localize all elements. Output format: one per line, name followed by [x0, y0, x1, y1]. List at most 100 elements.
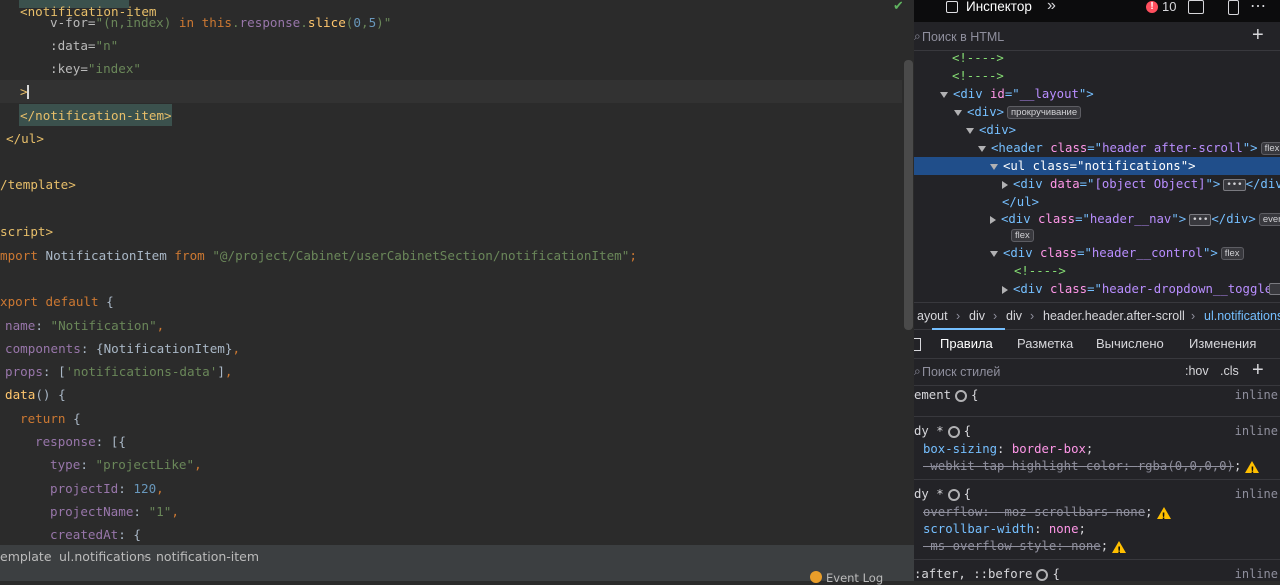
- css-value[interactable]: none: [1071, 539, 1101, 553]
- text-caret: [27, 85, 29, 99]
- css-value[interactable]: none: [1049, 522, 1079, 536]
- code-token: : {NotificationItem}: [80, 341, 233, 356]
- warning-icon[interactable]: [1156, 506, 1171, 526]
- expanded-twisty-icon[interactable]: [966, 127, 974, 134]
- error-icon[interactable]: !: [1146, 1, 1158, 13]
- tab-computed[interactable]: Вычислено: [1096, 330, 1164, 358]
- rule-source-link[interactable]: inline: [1235, 422, 1278, 440]
- node-crumb-selected[interactable]: ul.notifications: [1204, 303, 1280, 329]
- hov-button[interactable]: :hov: [1185, 364, 1209, 378]
- markup-node[interactable]: flex: [1008, 226, 1034, 244]
- rule-source-link[interactable]: inline: [1235, 386, 1278, 404]
- rule-selector-line[interactable]: dy * {inline: [914, 422, 1280, 440]
- expanded-twisty-icon[interactable]: [978, 145, 986, 152]
- markup-node[interactable]: <div data="[object Object]">•••</div>: [1002, 175, 1280, 193]
- styles-search-input[interactable]: Поиск стилей: [922, 365, 1000, 379]
- node-badge[interactable]: flex: [1011, 229, 1034, 242]
- tab-layout[interactable]: Разметка: [1017, 330, 1073, 358]
- rule-source-link[interactable]: inline: [1235, 565, 1278, 581]
- markup-node[interactable]: <!---->: [952, 49, 1004, 67]
- css-declaration[interactable]: -webkit-tap-highlight-color: rgba(0,0,0,…: [923, 457, 1260, 480]
- css-property[interactable]: -webkit-tap-highlight-color: [923, 459, 1123, 473]
- gear-icon[interactable]: [1036, 568, 1049, 581]
- markup-node[interactable]: <div class="header-dropdown__toggle">•••: [1002, 280, 1280, 298]
- collapsed-twisty-icon[interactable]: [1002, 285, 1008, 294]
- node-crumb[interactable]: header.header.after-scroll: [1043, 303, 1185, 329]
- markup-node[interactable]: <div> прокручивание: [954, 103, 1082, 121]
- code-editor[interactable]: <notification-item v-for="(n,index) in th…: [0, 0, 902, 545]
- rule-separator: [914, 416, 1280, 417]
- collapsed-twisty-icon[interactable]: [1002, 180, 1008, 189]
- rule-selector-line[interactable]: ement {inline: [914, 386, 1280, 404]
- markup-node[interactable]: <header class="header after-scroll"> flex: [978, 139, 1280, 157]
- editor-scrollbar-thumb[interactable]: [904, 60, 913, 330]
- css-property[interactable]: -ms-overflow-style: [923, 539, 1056, 553]
- responsive-design-icon[interactable]: [1188, 0, 1204, 14]
- expanded-twisty-icon[interactable]: [990, 250, 998, 257]
- markup-node[interactable]: <div id="__layout">: [940, 85, 1094, 103]
- css-value[interactable]: -moz-scrollbars-none: [997, 505, 1145, 519]
- collapsed-content-icon[interactable]: •••: [1223, 178, 1246, 191]
- dock-icon[interactable]: [1228, 0, 1239, 15]
- expanded-twisty-icon[interactable]: [940, 91, 948, 98]
- node-badge[interactable]: flex: [1260, 142, 1280, 155]
- gear-icon[interactable]: [947, 488, 960, 501]
- expanded-twisty-icon[interactable]: [954, 109, 962, 116]
- node-badge[interactable]: event: [1258, 213, 1280, 226]
- cls-button[interactable]: .cls: [1220, 364, 1239, 378]
- more-options-icon[interactable]: ⋯: [1250, 0, 1266, 16]
- markup-node[interactable]: <div class="header__control"> flex: [990, 244, 1244, 262]
- css-property[interactable]: scrollbar-width: [923, 522, 1034, 536]
- code-token: mport: [0, 248, 46, 263]
- rule-selector: ement: [914, 388, 952, 402]
- gear-icon[interactable]: [947, 425, 960, 438]
- collapsed-twisty-icon[interactable]: [990, 215, 996, 224]
- warning-icon[interactable]: [1112, 540, 1127, 560]
- code-line: v-for="(n,index) in this.response.slice(…: [50, 11, 391, 34]
- markup-node[interactable]: <!---->: [1014, 262, 1066, 280]
- css-declaration[interactable]: -ms-overflow-style: none;: [923, 537, 1127, 560]
- add-node-icon[interactable]: +: [1252, 24, 1264, 47]
- error-count[interactable]: 10: [1162, 0, 1176, 14]
- markup-node-selected[interactable]: <ul class="notifications">: [990, 157, 1196, 175]
- html-search-input[interactable]: Поиск в HTML: [922, 30, 1004, 44]
- css-property[interactable]: overflow: [923, 505, 982, 519]
- code-token: : [: [42, 364, 66, 379]
- css-declaration[interactable]: overflow: -moz-scrollbars-none;: [923, 503, 1171, 526]
- node-badge[interactable]: прокручивание: [1007, 106, 1082, 119]
- rule-selector-line[interactable]: :after, ::before {inline: [914, 565, 1280, 581]
- css-property[interactable]: box-sizing: [923, 442, 997, 456]
- css-value[interactable]: rgba(0,0,0,0): [1138, 459, 1234, 473]
- breadcrumb-item[interactable]: ul.notifications: [59, 545, 151, 569]
- overflow-dots-icon[interactable]: [1269, 283, 1280, 295]
- expanded-twisty-icon[interactable]: [990, 163, 998, 170]
- css-value[interactable]: border-box: [1012, 442, 1086, 456]
- code-line: script>: [0, 220, 53, 243]
- tab-inspector[interactable]: Инспектор: [966, 0, 1032, 14]
- search-icon: ⌕: [914, 29, 921, 43]
- collapsed-content-icon[interactable]: •••: [1189, 213, 1212, 226]
- toggle-pane-icon[interactable]: [914, 338, 921, 351]
- event-log-button[interactable]: Event Log: [810, 571, 883, 585]
- pick-element-icon[interactable]: [944, 0, 960, 16]
- warning-icon[interactable]: [1245, 460, 1260, 480]
- rule-source-link[interactable]: inline: [1235, 485, 1278, 503]
- node-crumb[interactable]: ayout: [917, 303, 948, 329]
- breadcrumb-item[interactable]: notification-item: [156, 545, 259, 569]
- tab-changes[interactable]: Изменения: [1189, 330, 1256, 358]
- css-declaration[interactable]: box-sizing: border-box;: [923, 440, 1093, 458]
- node-crumb[interactable]: div: [969, 303, 985, 329]
- markup-node[interactable]: <div>: [966, 121, 1016, 139]
- css-declaration[interactable]: scrollbar-width: none;: [923, 520, 1086, 538]
- markup-node[interactable]: <!---->: [952, 67, 1004, 85]
- gear-icon[interactable]: [955, 389, 968, 402]
- node-crumb[interactable]: div: [1006, 303, 1022, 329]
- add-rule-icon[interactable]: +: [1252, 359, 1264, 382]
- tab-rules[interactable]: Правила: [940, 330, 993, 358]
- node-badge[interactable]: flex: [1220, 247, 1244, 260]
- markup-node[interactable]: </ul>: [1002, 193, 1039, 211]
- breadcrumb-item[interactable]: emplate: [0, 545, 52, 569]
- more-tools-icon[interactable]: »: [1047, 0, 1056, 15]
- rule-selector: dy *: [914, 424, 944, 438]
- rule-selector-line[interactable]: dy * {inline: [914, 485, 1280, 503]
